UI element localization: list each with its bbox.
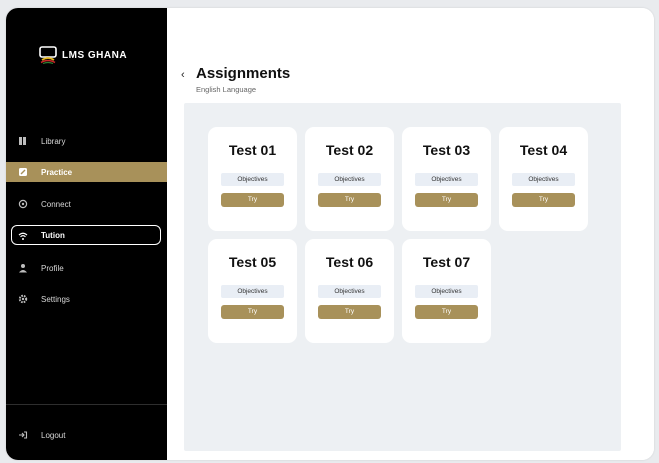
test-card[interactable]: Test 01 Objectives Try xyxy=(208,127,297,231)
brand-logo[interactable]: LMS GHANA xyxy=(38,46,127,64)
test-card[interactable]: Test 05 Objectives Try xyxy=(208,239,297,343)
settings-icon xyxy=(18,294,28,304)
monitor-logo-icon xyxy=(39,46,57,64)
test-title: Test 07 xyxy=(422,254,471,270)
test-card[interactable]: Test 02 Objectives Try xyxy=(305,127,394,231)
test-card[interactable]: Test 04 Objectives Try xyxy=(499,127,588,231)
sidebar-item-library[interactable]: Library xyxy=(6,131,167,151)
test-title: Test 04 xyxy=(519,142,568,158)
test-title: Test 02 xyxy=(325,142,374,158)
profile-icon xyxy=(19,264,27,273)
sidebar-item-label: Settings xyxy=(41,294,70,304)
test-title: Test 03 xyxy=(422,142,471,158)
logout-button[interactable]: Logout xyxy=(6,425,167,445)
try-button[interactable]: Try xyxy=(415,305,478,319)
test-title: Test 06 xyxy=(325,254,374,270)
sidebar-item-connect[interactable]: Connect xyxy=(6,194,167,214)
sidebar-item-practice[interactable]: Practice xyxy=(6,162,167,182)
tution-icon xyxy=(18,232,28,240)
sidebar-item-label: Connect xyxy=(41,199,71,209)
try-button[interactable]: Try xyxy=(318,193,381,207)
sidebar-item-tution[interactable]: Tution xyxy=(11,225,161,245)
sidebar-item-label: Tution xyxy=(41,230,65,240)
page-title: Assignments xyxy=(196,65,291,82)
logout-label: Logout xyxy=(41,430,66,440)
brand-name: LMS GHANA xyxy=(62,49,128,61)
connect-icon xyxy=(18,199,28,209)
try-button[interactable]: Try xyxy=(512,193,575,207)
objectives-label[interactable]: Objectives xyxy=(512,173,575,186)
back-arrow-icon[interactable]: ‹ xyxy=(181,69,185,81)
sidebar-item-label: Practice xyxy=(41,167,73,177)
try-button[interactable]: Try xyxy=(318,305,381,319)
objectives-label[interactable]: Objectives xyxy=(318,285,381,298)
page-subtitle: English Language xyxy=(196,85,257,94)
practice-icon xyxy=(19,168,27,176)
app-window: LMS GHANA Library Practice Connect Tutio… xyxy=(6,8,654,460)
library-icon xyxy=(19,137,26,145)
objectives-label[interactable]: Objectives xyxy=(221,285,284,298)
main-content: ‹ Assignments English Language Test 01 O… xyxy=(167,8,654,460)
sidebar-item-profile[interactable]: Profile xyxy=(6,258,167,278)
sidebar-item-settings[interactable]: Settings xyxy=(6,289,167,309)
objectives-label[interactable]: Objectives xyxy=(415,285,478,298)
tests-panel: Test 01 Objectives Try Test 02 Objective… xyxy=(184,103,621,451)
test-card[interactable]: Test 06 Objectives Try xyxy=(305,239,394,343)
sidebar-divider xyxy=(6,404,167,405)
sidebar-item-label: Library xyxy=(41,136,66,146)
test-card[interactable]: Test 07 Objectives Try xyxy=(402,239,491,343)
objectives-label[interactable]: Objectives xyxy=(318,173,381,186)
logout-icon xyxy=(19,431,28,439)
objectives-label[interactable]: Objectives xyxy=(221,173,284,186)
objectives-label[interactable]: Objectives xyxy=(415,173,478,186)
try-button[interactable]: Try xyxy=(221,193,284,207)
test-title: Test 01 xyxy=(228,142,277,158)
sidebar: LMS GHANA Library Practice Connect Tutio… xyxy=(6,8,167,460)
sidebar-item-label: Profile xyxy=(41,263,64,273)
test-card[interactable]: Test 03 Objectives Try xyxy=(402,127,491,231)
try-button[interactable]: Try xyxy=(415,193,478,207)
test-title: Test 05 xyxy=(228,254,277,270)
try-button[interactable]: Try xyxy=(221,305,284,319)
